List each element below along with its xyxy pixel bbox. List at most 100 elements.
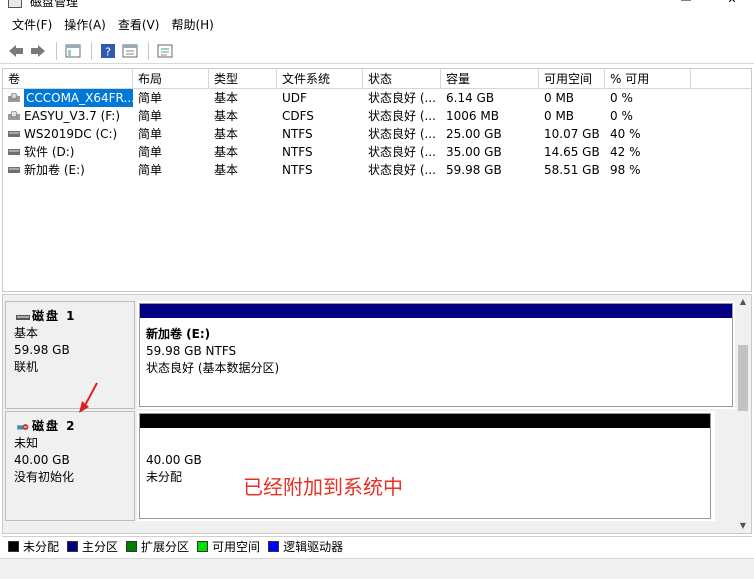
minimize-icon[interactable]: — [680,0,692,6]
volume-filesystem: NTFS [282,127,313,141]
volume-status: 状态良好 (... [368,91,436,105]
window-title: 磁盘管理 [30,0,79,9]
volume-row[interactable]: WS2019DC (C:) 简单 基本 NTFS 状态良好 (... 25.00… [3,125,751,143]
volume-list: 卷 布局 类型 文件系统 状态 容量 可用空间 % 可用 CCCOMA_X64F… [2,68,752,292]
hard-drive-icon [8,167,20,173]
scroll-up-arrow-icon[interactable]: ▲ [735,295,751,309]
partition-status: 状态良好 (基本数据分区) [146,361,280,375]
column-header-free-space[interactable]: 可用空间 [539,69,605,88]
legend-item-logical: 逻辑驱动器 [268,538,343,555]
column-header-percent-free[interactable]: % 可用 [605,69,691,88]
legend-label: 主分区 [82,540,119,554]
column-header-type[interactable]: 类型 [209,69,277,88]
volume-type: 基本 [214,145,239,159]
toolbar: ? [0,38,754,64]
menu-action[interactable]: 操作(A) [58,14,112,36]
forward-arrow-icon[interactable] [28,41,48,61]
volume-status: 状态良好 (... [368,145,436,159]
legend-label: 逻辑驱动器 [283,540,344,554]
column-header-volume[interactable]: 卷 [3,69,133,88]
disk-1-label[interactable]: 磁盘 1 基本 59.98 GB 联机 [5,301,135,409]
disk-1-partition-area: 新加卷 (E:) 59.98 GB NTFS 状态良好 (基本数据分区) [137,301,735,409]
disk-management-app-icon [8,0,22,8]
column-header-capacity[interactable]: 容量 [441,69,539,88]
scroll-down-arrow-icon[interactable]: ▼ [735,519,751,533]
legend-item-primary: 主分区 [67,538,118,555]
menu-bar: 文件(F) 操作(A) 查看(V) 帮助(H) [0,14,754,36]
column-header-filesystem[interactable]: 文件系统 [277,69,363,88]
volume-capacity: 25.00 GB [446,127,502,141]
volume-row[interactable]: 软件 (D:) 简单 基本 NTFS 状态良好 (... 35.00 GB 14… [3,143,751,161]
toolbar-separator [91,41,92,60]
volume-name: 新加卷 (E:) [24,163,85,177]
volume-row[interactable]: 新加卷 (E:) 简单 基本 NTFS 状态良好 (... 59.98 GB 5… [3,161,751,179]
volume-capacity: 59.98 GB [446,163,502,177]
partition-details: 新加卷 (E:) 59.98 GB NTFS 状态良好 (基本数据分区) [146,326,279,377]
legend-item-unallocated: 未分配 [8,538,59,555]
volume-layout: 简单 [138,127,163,141]
volume-percent-free: 40 % [610,127,641,141]
volume-name: EASYU_V3.7 (F:) [24,109,121,123]
volume-layout: 简单 [138,109,163,123]
volume-name: WS2019DC (C:) [24,127,118,141]
legend-swatch [8,541,19,552]
legend-swatch [126,541,138,552]
volume-filesystem: NTFS [282,163,313,177]
disk-state: 没有初始化 [14,470,75,484]
volume-percent-free: 0 % [610,109,633,123]
menu-help[interactable]: 帮助(H) [165,14,219,36]
partition-details: 40.00 GB 未分配 [146,452,202,486]
disk-state: 联机 [14,360,39,374]
status-bar [0,558,754,579]
volume-row[interactable]: EASYU_V3.7 (F:) 简单 基本 CDFS 状态良好 (... 100… [3,107,751,125]
volume-capacity: 6.14 GB [446,91,495,105]
volume-free-space: 10.07 GB [544,127,600,141]
legend-swatch [197,541,209,552]
partition-block[interactable]: 40.00 GB 未分配 [139,413,711,519]
legend-label: 扩展分区 [141,540,190,554]
volume-free-space: 0 MB [544,109,575,123]
menu-file[interactable]: 文件(F) [6,14,58,36]
volume-percent-free: 42 % [610,145,641,159]
menu-view[interactable]: 查看(V) [112,14,166,36]
column-header-status[interactable]: 状态 [363,69,441,88]
volume-layout: 简单 [138,145,163,159]
partition-size-fs: 59.98 GB NTFS [146,344,237,358]
close-icon[interactable]: ✕ [726,0,738,6]
title-bar: 磁盘管理 — ✕ [0,0,754,12]
console-tree-icon[interactable] [63,41,83,61]
disk-kind: 未知 [14,436,39,450]
hard-drive-icon [8,131,20,137]
volume-name: 软件 (D:) [24,145,75,159]
scroll-thumb[interactable] [738,345,748,411]
volume-row[interactable]: CCCOMA_X64FR... 简单 基本 UDF 状态良好 (... 6.14… [3,89,751,107]
volume-percent-free: 98 % [610,163,641,177]
volume-type: 基本 [214,91,239,105]
dvd-drive-icon [8,93,20,102]
disk-2-partition-area: 40.00 GB 未分配 [137,411,715,521]
volume-status: 状态良好 (... [368,127,436,141]
volume-capacity: 35.00 GB [446,145,502,159]
volume-name: CCCOMA_X64FR... [24,89,133,107]
legend: 未分配 主分区 扩展分区 可用空间 逻辑驱动器 [2,536,752,556]
partition-block[interactable]: 新加卷 (E:) 59.98 GB NTFS 状态良好 (基本数据分区) [139,303,733,407]
volume-capacity: 1006 MB [446,109,499,123]
column-header-layout[interactable]: 布局 [133,69,209,88]
volume-layout: 简单 [138,91,163,105]
disk-2-label[interactable]: 磁盘 2 未知 40.00 GB 没有初始化 [5,411,135,521]
volume-percent-free: 0 % [610,91,633,105]
help-icon[interactable]: ? [98,41,118,61]
volume-layout: 简单 [138,163,163,177]
legend-swatch [67,541,79,552]
annotation-text: 已经附加到系统中 [243,475,403,499]
back-arrow-icon[interactable] [6,41,26,61]
disk-name: 磁盘 2 [32,419,77,433]
cd-drive-icon [8,111,20,120]
properties-icon[interactable] [120,41,140,61]
volume-type: 基本 [214,163,239,177]
disk-map-scrollbar[interactable]: ▲ ▼ [735,295,751,533]
list-icon[interactable] [155,41,175,61]
legend-swatch [268,541,280,552]
legend-item-free-space: 可用空间 [197,538,260,555]
disk-kind: 基本 [14,326,39,340]
